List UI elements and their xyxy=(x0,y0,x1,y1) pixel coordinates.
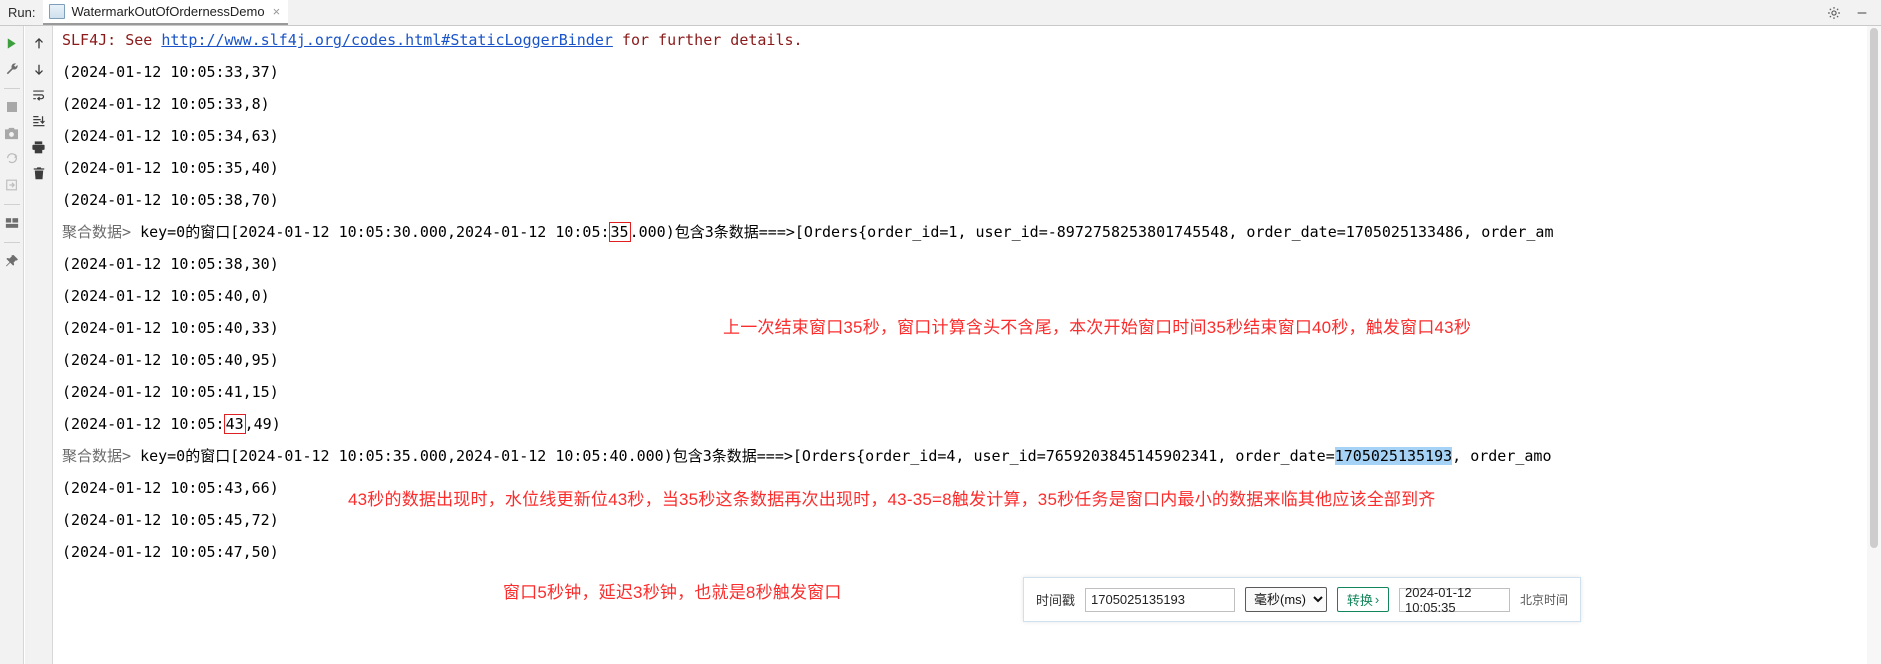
restore-layout-button[interactable] xyxy=(1,148,23,170)
scroll-to-end-button[interactable] xyxy=(28,110,50,132)
up-arrow-button[interactable] xyxy=(28,32,50,54)
highlight-box: 35 xyxy=(608,222,631,242)
converted-datetime-output[interactable]: 2024-01-12 10:05:35 xyxy=(1399,585,1510,615)
timestamp-label: 时间戳 xyxy=(1036,593,1076,608)
stop-button[interactable] xyxy=(1,96,23,118)
log-text: (2024-01-12 10:05:40,33) xyxy=(62,319,279,337)
timestamp-input[interactable] xyxy=(1085,587,1236,612)
aggregate-prefix: 聚合数据> xyxy=(62,447,141,465)
pin-tab-button[interactable] xyxy=(1,250,23,272)
log-line-event[interactable]: (2024-01-12 10:05:47,50) xyxy=(62,544,279,561)
log-line-window-aggregate[interactable]: 聚合数据> key=0的窗口[2024-01-12 10:05:35.000,2… xyxy=(62,447,1552,465)
log-text: (2024-01-12 10:05: xyxy=(62,415,225,433)
run-toolbar: Run: WatermarkOutOfOrdernessDemo × xyxy=(0,0,1881,26)
log-text: (2024-01-12 10:05:41,15) xyxy=(62,383,279,401)
screenshot-button[interactable] xyxy=(1,122,23,144)
log-text: key=0的窗口[2024-01-12 10:05:35.000,2024-01… xyxy=(140,447,1335,465)
console-output[interactable]: SLF4J: See http://www.slf4j.org/codes.ht… xyxy=(54,26,1867,664)
log-text: (2024-01-12 10:05:43,66) xyxy=(62,479,279,497)
horizontal-scrollbar[interactable] xyxy=(54,658,1867,664)
convert-label: 转换 xyxy=(1346,593,1373,608)
slf4j-doc-link[interactable]: http://www.slf4j.org/codes.html#StaticLo… xyxy=(161,31,613,49)
log-text: .000)包含3条数据===>[Orders{order_id=1, user_… xyxy=(629,223,1554,241)
log-text: (2024-01-12 10:05:40,0) xyxy=(62,287,270,305)
log-line-event[interactable]: (2024-01-12 10:05:35,40) xyxy=(62,160,279,177)
clear-all-button[interactable] xyxy=(28,162,50,184)
rerun-button[interactable] xyxy=(1,32,23,54)
minimize-icon[interactable] xyxy=(1855,6,1869,20)
slf4j-text: for further details. xyxy=(612,31,803,49)
print-button[interactable] xyxy=(28,136,50,158)
log-line-event[interactable]: (2024-01-12 10:05:34,63) xyxy=(62,128,279,145)
log-line-slf4j[interactable]: SLF4J: See http://www.slf4j.org/codes.ht… xyxy=(62,32,803,49)
annotation-window-delay: 窗口5秒钟，延迟3秒钟，也就是8秒触发窗口 xyxy=(503,583,842,602)
slf4j-text: SLF4J: See xyxy=(62,31,162,49)
log-line-event[interactable]: (2024-01-12 10:05:40,33) xyxy=(62,320,279,337)
log-text: (2024-01-12 10:05:35,40) xyxy=(62,159,279,177)
log-text: , order_amo xyxy=(1452,447,1552,465)
log-text: ,49) xyxy=(244,415,281,433)
run-toolbar-actions xyxy=(1827,6,1881,20)
log-line-event[interactable]: (2024-01-12 10:05:33,37) xyxy=(62,64,279,81)
log-text: (2024-01-12 10:05:45,72) xyxy=(62,511,279,529)
annotation-watermark-trigger: 43秒的数据出现时，水位线更新位43秒，当35秒这条数据再次出现时，43-35=… xyxy=(348,490,1436,509)
soft-wrap-button[interactable] xyxy=(28,84,50,106)
divider xyxy=(3,204,20,205)
close-icon[interactable]: × xyxy=(273,5,281,18)
highlight-box: 43 xyxy=(223,414,246,434)
log-line-event-highlighted[interactable]: (2024-01-12 10:05:43,49) xyxy=(62,414,281,434)
run-sidebar-secondary xyxy=(25,26,53,664)
run-tab-watermark-demo[interactable]: WatermarkOutOfOrdernessDemo × xyxy=(43,0,289,25)
divider xyxy=(3,88,20,89)
timezone-label: 北京时间 xyxy=(1519,593,1568,607)
vertical-scrollbar[interactable] xyxy=(1867,26,1881,664)
log-text: (2024-01-12 10:05:38,30) xyxy=(62,255,279,273)
log-line-event[interactable]: (2024-01-12 10:05:43,66) xyxy=(62,480,279,497)
log-text: (2024-01-12 10:05:47,50) xyxy=(62,543,279,561)
layout-button[interactable] xyxy=(1,212,23,234)
run-tab-label: WatermarkOutOfOrdernessDemo xyxy=(71,4,265,19)
log-line-event[interactable]: (2024-01-12 10:05:38,70) xyxy=(62,192,279,209)
aggregate-prefix: 聚合数据> xyxy=(62,223,141,241)
vertical-scrollbar-thumb[interactable] xyxy=(1870,28,1878,548)
run-label: Run: xyxy=(8,5,36,20)
log-line-event[interactable]: (2024-01-12 10:05:41,15) xyxy=(62,384,279,401)
run-config-icon xyxy=(49,4,66,19)
log-text: (2024-01-12 10:05:34,63) xyxy=(62,127,279,145)
chevron-right-icon: › xyxy=(1374,592,1380,607)
log-text: (2024-01-12 10:05:33,8) xyxy=(62,95,270,113)
wrench-settings-button[interactable] xyxy=(1,58,23,80)
selected-text: 1705025135193 xyxy=(1334,447,1453,465)
down-arrow-button[interactable] xyxy=(28,58,50,80)
log-line-event[interactable]: (2024-01-12 10:05:40,95) xyxy=(62,352,279,369)
gear-icon[interactable] xyxy=(1827,6,1841,20)
log-line-event[interactable]: (2024-01-12 10:05:33,8) xyxy=(62,96,270,113)
log-line-event[interactable]: (2024-01-12 10:05:40,0) xyxy=(62,288,270,305)
log-text: (2024-01-12 10:05:38,70) xyxy=(62,191,279,209)
timestamp-unit-select[interactable]: 毫秒(ms) 秒(s) xyxy=(1245,587,1328,612)
export-button[interactable] xyxy=(1,174,23,196)
convert-button[interactable]: 转换 › xyxy=(1337,587,1390,612)
log-line-event[interactable]: (2024-01-12 10:05:38,30) xyxy=(62,256,279,273)
run-sidebar-primary xyxy=(0,26,24,664)
log-line-event[interactable]: (2024-01-12 10:05:45,72) xyxy=(62,512,279,529)
log-text: (2024-01-12 10:05:40,95) xyxy=(62,351,279,369)
annotation-window-boundary: 上一次结束窗口35秒，窗口计算含头不含尾，本次开始窗口时间35秒结束窗口40秒，… xyxy=(723,318,1472,337)
timestamp-converter-widget[interactable]: 时间戳 毫秒(ms) 秒(s) 转换 › 2024-01-12 10:05:35… xyxy=(1023,577,1581,622)
log-line-window-aggregate[interactable]: 聚合数据> key=0的窗口[2024-01-12 10:05:30.000,2… xyxy=(62,222,1554,242)
log-text: (2024-01-12 10:05:33,37) xyxy=(62,63,279,81)
divider xyxy=(3,242,20,243)
log-text: key=0的窗口[2024-01-12 10:05:30.000,2024-01… xyxy=(140,223,610,241)
